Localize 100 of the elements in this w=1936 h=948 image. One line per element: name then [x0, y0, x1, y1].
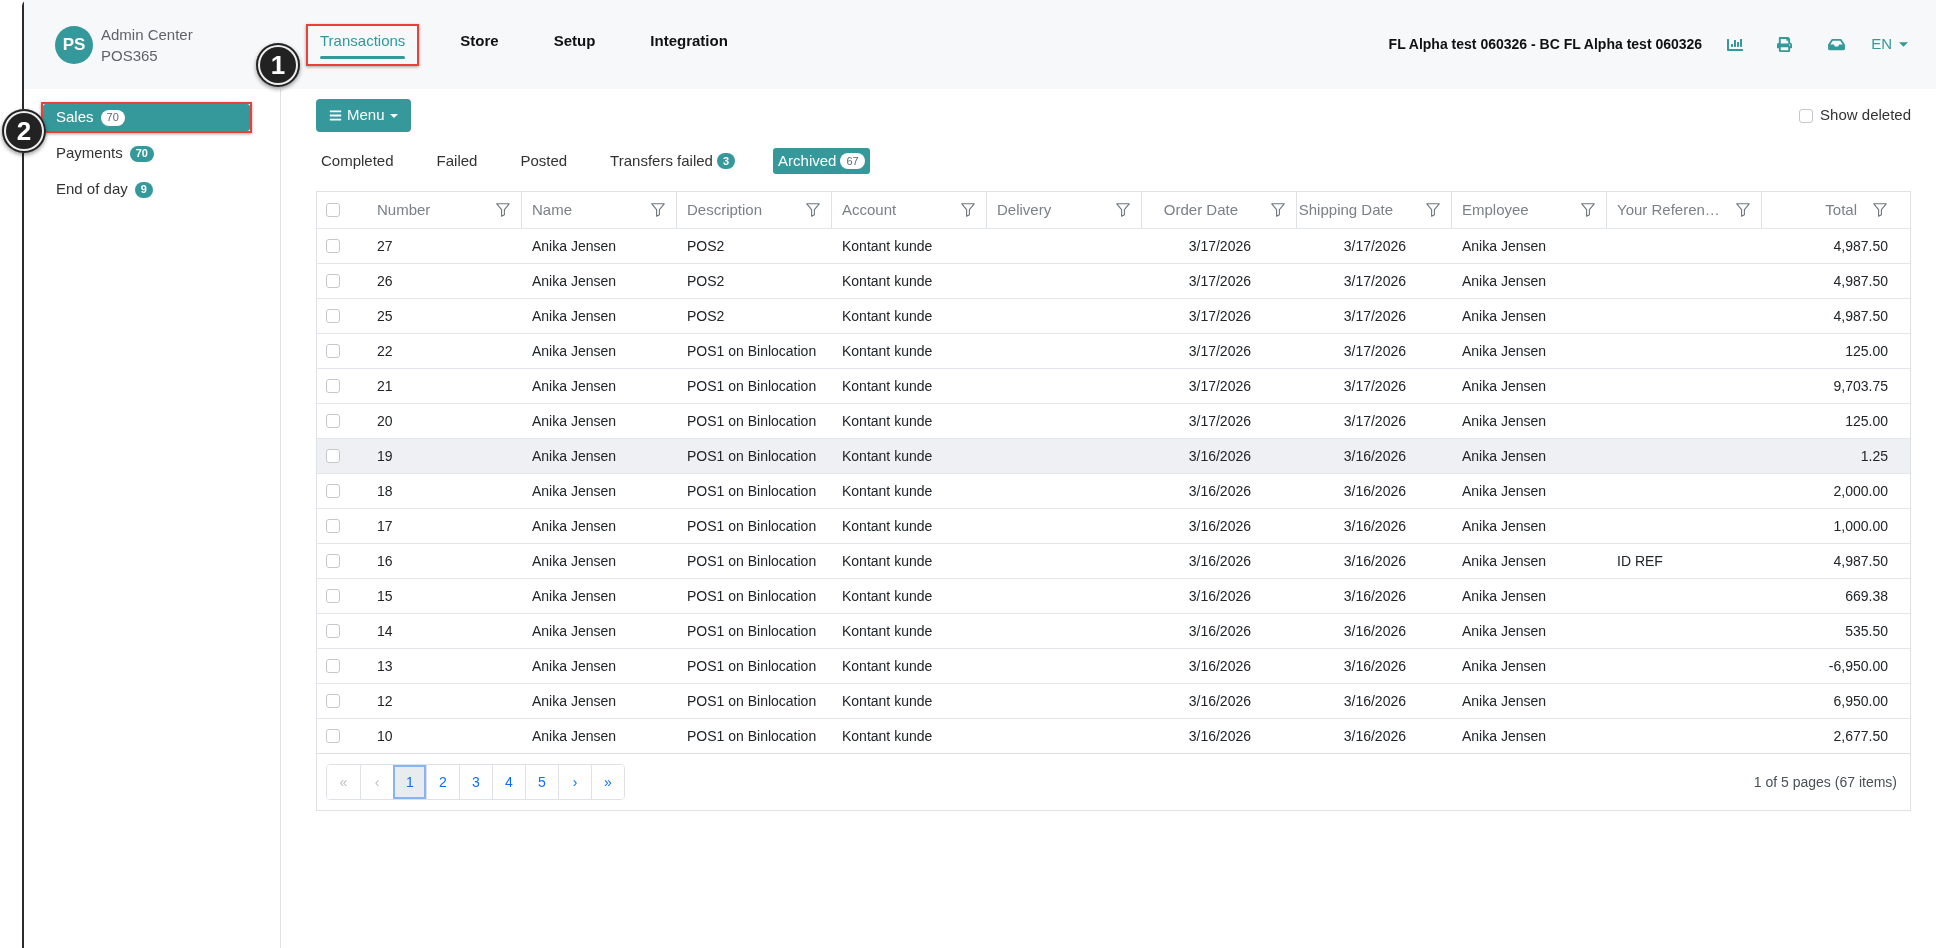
status-tab[interactable]: Archived 67 [773, 148, 870, 174]
table-cell-text: 3/16/2026 [1342, 481, 1407, 501]
table-cell-text: POS1 on Binlocation [686, 691, 818, 711]
filter-icon[interactable] [1736, 203, 1750, 217]
table-cell-text: 3/16/2026 [1342, 516, 1407, 536]
checkbox[interactable] [326, 519, 340, 533]
table-cell-text: 27 [376, 236, 394, 256]
checkbox[interactable] [326, 203, 340, 217]
filter-icon[interactable] [1116, 203, 1130, 217]
table-cell-text: 3/16/2026 [1342, 691, 1407, 711]
app-subtitle: POS365 [101, 45, 159, 66]
status-tab[interactable]: Failed [431, 148, 483, 174]
filter-icon[interactable] [1581, 203, 1595, 217]
table-cell-text: 535.50 [1844, 621, 1889, 641]
table-cell-text: Anika Jensen [531, 446, 618, 466]
table-cell-text: Anika Jensen [531, 341, 618, 361]
table-cell-text: Anika Jensen [531, 376, 618, 396]
sidebar-item[interactable]: Payments 70 [43, 140, 250, 167]
column-header[interactable]: Total [1825, 198, 1857, 222]
table-cell-text: 3/17/2026 [1342, 271, 1407, 291]
table-cell-text: 3/17/2026 [1342, 411, 1407, 431]
checkbox[interactable] [326, 624, 340, 638]
table-cell-text: Anika Jensen [1461, 516, 1548, 536]
table-cell-text: POS2 [686, 236, 726, 256]
filter-icon[interactable] [1271, 203, 1285, 217]
table-cell-text: 3/16/2026 [1187, 726, 1252, 746]
column-header[interactable]: Shipping Date [1298, 198, 1393, 222]
table-cell-text: Anika Jensen [531, 306, 618, 326]
column-header[interactable]: Your Referen… [1617, 198, 1720, 222]
column-header[interactable]: Delivery [997, 198, 1052, 222]
table-cell-text: 9,703.75 [1832, 376, 1889, 396]
table-cell-text: 10 [376, 726, 394, 746]
checkbox[interactable] [326, 694, 340, 708]
checkbox[interactable] [326, 554, 340, 568]
checkbox[interactable] [326, 484, 340, 498]
table-cell-text: Anika Jensen [1461, 726, 1548, 746]
page-button[interactable]: » [591, 765, 624, 799]
checkbox[interactable] [326, 379, 340, 393]
table-cell-text: POS1 on Binlocation [686, 516, 818, 536]
table-cell-text: Kontant kunde [841, 376, 934, 396]
pagination-summary: 1 of 5 pages (67 items) [1753, 772, 1897, 792]
table-cell-text: 3/16/2026 [1342, 446, 1407, 466]
nav-tab[interactable]: Integration [643, 30, 735, 59]
status-tab[interactable]: Completed [316, 148, 399, 174]
table-cell-text: Anika Jensen [1461, 481, 1548, 501]
column-header[interactable]: Account [842, 198, 897, 222]
checkbox[interactable] [326, 449, 340, 463]
checkbox[interactable] [326, 274, 340, 288]
table-cell-text: 16 [376, 551, 394, 571]
column-header[interactable]: Name [532, 198, 572, 222]
sidebar-item[interactable]: Sales 70 [43, 104, 250, 131]
table-cell-text: Anika Jensen [1461, 551, 1548, 571]
checkbox[interactable] [326, 729, 340, 743]
table-cell-text: ID REF [1616, 551, 1664, 571]
table-cell-text: 3/16/2026 [1342, 656, 1407, 676]
checkbox[interactable] [326, 309, 340, 323]
table-cell-text: 3/16/2026 [1187, 551, 1252, 571]
table-cell-text: 12 [376, 691, 394, 711]
table-cell-text: 3/17/2026 [1187, 271, 1252, 291]
checkbox-label[interactable]: Show deleted [1820, 104, 1911, 127]
filter-icon[interactable] [806, 203, 820, 217]
sidebar-item[interactable]: End of day 9 [43, 176, 250, 203]
printer-icon[interactable] [1777, 37, 1793, 52]
step-marker: 2 [2, 109, 46, 153]
status-tab[interactable]: Posted [515, 148, 573, 174]
table-cell-text: Anika Jensen [1461, 446, 1548, 466]
checkbox[interactable] [326, 589, 340, 603]
table-cell-text: 15 [376, 586, 394, 606]
table-cell-text: 3/17/2026 [1187, 306, 1252, 326]
table-cell-text: POS1 on Binlocation [686, 551, 818, 571]
filter-icon[interactable] [496, 203, 510, 217]
table-cell-text: Kontant kunde [841, 306, 934, 326]
table-cell-text: 125.00 [1844, 411, 1889, 431]
column-header[interactable]: Description [687, 198, 763, 222]
checkbox[interactable] [1799, 108, 1814, 123]
nav-tab[interactable]: Setup [546, 30, 603, 59]
table-cell-text: POS2 [686, 306, 726, 326]
table-cell-text: Kontant kunde [841, 551, 934, 571]
status-tab[interactable]: Transfers failed 3 [605, 148, 741, 174]
table-cell-text: 20 [376, 411, 394, 431]
table-cell-text: POS1 on Binlocation [686, 446, 818, 466]
checkbox[interactable] [326, 414, 340, 428]
checkbox[interactable] [326, 659, 340, 673]
filter-icon[interactable] [1426, 203, 1440, 217]
column-header[interactable]: Employee [1462, 198, 1529, 222]
filter-icon[interactable] [651, 203, 665, 217]
bar-chart-icon[interactable] [1727, 36, 1744, 53]
filter-icon[interactable] [961, 203, 975, 217]
inbox-icon[interactable] [1828, 37, 1846, 52]
table-cell-text: Anika Jensen [531, 271, 618, 291]
column-header[interactable]: Order Date [1163, 198, 1238, 222]
column-header[interactable]: Number [377, 198, 431, 222]
page-button[interactable]: 1 [393, 765, 426, 799]
checkbox[interactable] [326, 239, 340, 253]
checkbox[interactable] [326, 344, 340, 358]
table-cell-text: Anika Jensen [1461, 656, 1548, 676]
nav-tab[interactable]: Store [453, 30, 506, 59]
filter-icon[interactable] [1873, 203, 1887, 217]
table-cell-text: 3/16/2026 [1342, 586, 1407, 606]
table-row[interactable]: 19 Anika Jensen POS1 on Binlocation Kontant kunde 3/16/2026 3/16/2026 Anika Jensen 1.25 [317, 438, 1910, 473]
